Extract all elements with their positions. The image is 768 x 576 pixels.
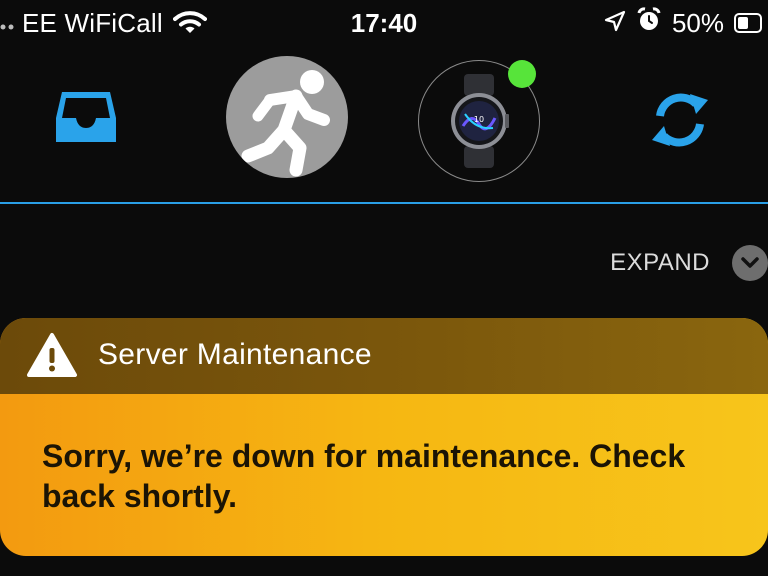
battery-fill (738, 17, 748, 29)
battery-icon (734, 13, 762, 33)
alert-title: Server Maintenance (98, 338, 372, 371)
device-button[interactable]: 10 (418, 60, 540, 182)
warning-triangle-icon (26, 332, 78, 378)
expand-control[interactable]: EXPAND (610, 240, 768, 286)
inbox-tray-icon (56, 92, 116, 142)
location-arrow-icon (604, 8, 626, 39)
expand-label[interactable]: EXPAND (610, 249, 710, 277)
maintenance-alert-card: Server Maintenance Sorry, we’re down for… (0, 318, 768, 556)
running-person-icon (241, 70, 330, 177)
app-screen: EE WiFiCall 17:40 50% 10 EXPAND Server M… (0, 0, 768, 576)
chevron-down-icon[interactable] (732, 245, 768, 281)
sync-arrows-icon (652, 93, 708, 147)
alert-message: Sorry, we’re down for maintenance. Check… (42, 438, 686, 514)
svg-text:10: 10 (474, 115, 484, 124)
top-nav: 10 (0, 46, 768, 203)
sync-button[interactable] (646, 86, 714, 154)
battery-percent: 50% (671, 7, 724, 38)
activity-button[interactable] (226, 56, 348, 178)
connected-status-dot (508, 60, 536, 88)
nav-divider (0, 202, 768, 204)
alarm-clock-icon (636, 6, 662, 40)
status-bar: EE WiFiCall 17:40 50% (0, 0, 768, 46)
alert-header: Server Maintenance (0, 318, 768, 394)
smartwatch-icon: 10 (451, 74, 509, 168)
inbox-button[interactable] (54, 88, 118, 146)
status-right: 50% (594, 6, 762, 40)
